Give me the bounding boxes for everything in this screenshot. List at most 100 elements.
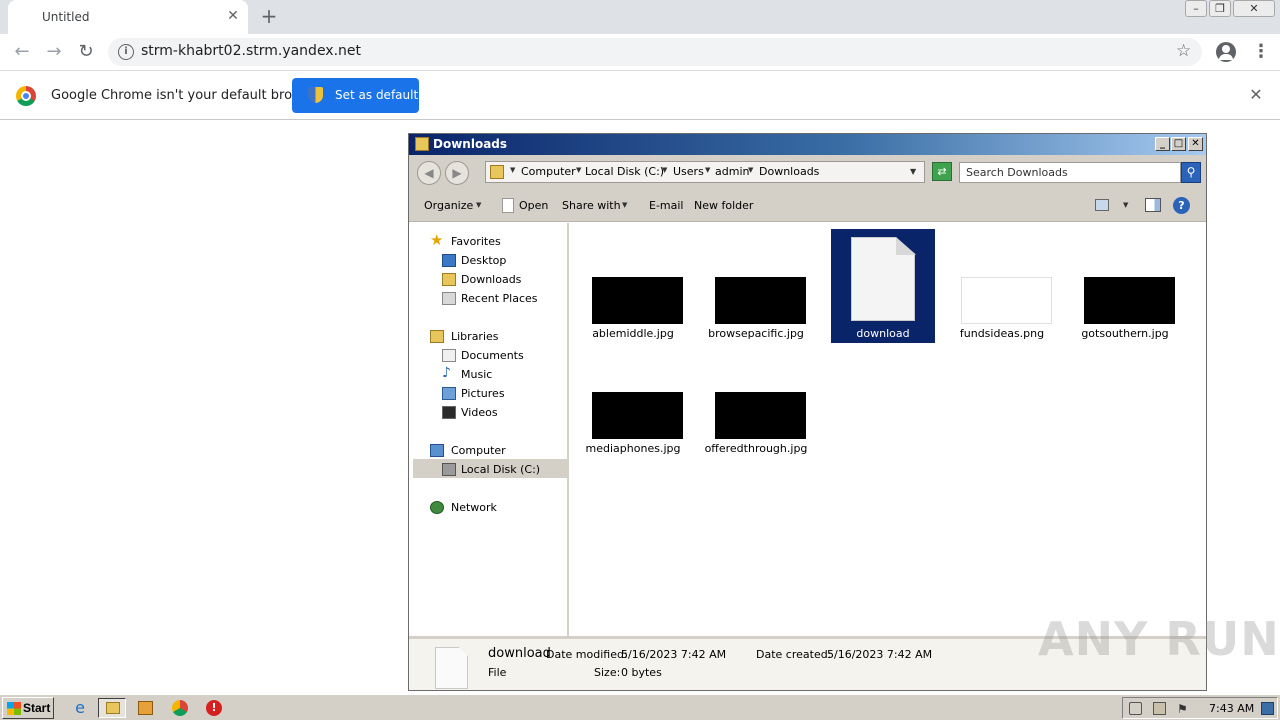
tab-strip: Untitled ✕ + – ❐ ✕ <box>0 0 1280 34</box>
organize-button[interactable]: Organize <box>424 199 473 212</box>
view-options-dropdown-icon[interactable]: ▼ <box>1123 201 1128 209</box>
nav-item-libraries[interactable]: Libraries <box>430 327 560 346</box>
nav-item-documents[interactable]: Documents <box>442 346 562 365</box>
reload-icon[interactable]: ↻ <box>72 38 100 66</box>
breadcrumb-arrow-icon[interactable]: ▼ <box>705 166 710 174</box>
breadcrumb-arrow-icon[interactable]: ▼ <box>662 166 667 174</box>
nav-item-desktop[interactable]: Desktop <box>442 251 562 270</box>
music-note-icon: ♪ <box>442 365 451 381</box>
nav-label: Music <box>461 368 493 381</box>
window-close-button[interactable]: ✕ <box>1233 0 1275 17</box>
explorer-address-bar[interactable]: ▼ Computer ▼ Local Disk (C:) ▼ Users ▼ a… <box>485 161 925 183</box>
details-file-name: download <box>488 646 551 661</box>
file-item-offeredthrough[interactable]: offeredthrough.jpg <box>702 344 807 458</box>
action-center-flag-icon[interactable]: ⚑ <box>1177 702 1190 716</box>
file-item-gotsouthern[interactable]: gotsouthern.jpg <box>1071 229 1175 343</box>
system-tray: ⚑ 7:43 AM <box>1122 697 1278 719</box>
volume-icon[interactable] <box>1129 702 1142 715</box>
file-item-fundsideas[interactable]: fundsideas.png <box>948 229 1052 343</box>
explorer-maximize-button[interactable]: □ <box>1171 137 1186 151</box>
explorer-back-icon[interactable]: ◀ <box>417 161 441 185</box>
pictures-icon <box>442 387 456 400</box>
breadcrumb-arrow-icon[interactable]: ▼ <box>748 166 753 174</box>
open-button[interactable]: Open <box>519 199 548 212</box>
breadcrumb-users[interactable]: Users <box>673 165 704 178</box>
infobar-close-icon[interactable]: ✕ <box>1246 85 1266 105</box>
address-bar[interactable]: i strm-khabrt02.strm.yandex.net ☆ <box>108 38 1202 66</box>
explorer-search-input[interactable]: Search Downloads <box>959 162 1181 183</box>
explorer-titlebar[interactable]: Downloads _ □ ✕ <box>409 134 1206 155</box>
new-folder-button[interactable]: New folder <box>694 199 753 212</box>
show-desktop-icon[interactable] <box>1261 702 1274 715</box>
start-label: Start <box>23 701 51 715</box>
organize-dropdown-icon[interactable]: ▼ <box>476 201 481 209</box>
browser-tab[interactable]: Untitled ✕ <box>8 0 248 34</box>
file-name: mediaphones.jpg <box>585 442 681 455</box>
nav-item-local-disk[interactable]: Local Disk (C:) <box>442 460 562 479</box>
explorer-close-button[interactable]: ✕ <box>1188 137 1203 151</box>
share-with-dropdown-icon[interactable]: ▼ <box>622 201 627 209</box>
help-icon[interactable]: ? <box>1173 197 1190 214</box>
file-item-ablemiddle[interactable]: ablemiddle.jpg <box>579 229 683 343</box>
new-tab-icon[interactable]: + <box>258 6 280 28</box>
share-with-button[interactable]: Share with <box>562 199 621 212</box>
stop-sign-icon[interactable]: ! <box>200 698 228 718</box>
set-as-default-button[interactable]: Set as default <box>292 78 419 113</box>
chrome-taskbar-icon[interactable] <box>166 698 194 718</box>
media-player-icon[interactable] <box>132 698 160 718</box>
bookmark-star-icon[interactable]: ☆ <box>1176 41 1191 61</box>
nav-label: Computer <box>451 444 506 457</box>
nav-item-recent-places[interactable]: Recent Places <box>442 289 562 308</box>
breadcrumb-arrow-icon[interactable]: ▼ <box>510 166 515 174</box>
forward-arrow-icon[interactable]: → <box>40 38 68 66</box>
window-restore-button[interactable]: ❐ <box>1209 0 1231 17</box>
breadcrumb-local-disk[interactable]: Local Disk (C:) <box>585 165 664 178</box>
explorer-window: Downloads _ □ ✕ ◀ ▶ ▼ Computer ▼ Local D… <box>408 133 1207 691</box>
breadcrumb-downloads[interactable]: Downloads <box>759 165 819 178</box>
site-info-icon[interactable]: i <box>118 44 134 60</box>
internet-explorer-icon[interactable]: e <box>66 698 94 718</box>
avatar-body <box>1219 54 1233 60</box>
explorer-address-row: ◀ ▶ ▼ Computer ▼ Local Disk (C:) ▼ Users… <box>409 155 1206 189</box>
nav-item-videos[interactable]: Videos <box>442 403 562 422</box>
document-fold <box>896 237 916 255</box>
url-text[interactable]: strm-khabrt02.strm.yandex.net <box>141 43 361 59</box>
nav-item-computer[interactable]: Computer <box>430 441 560 460</box>
windows-explorer-taskbar-button[interactable] <box>98 698 126 718</box>
nav-item-music[interactable]: ♪ Music <box>442 365 562 384</box>
size-value: 0 bytes <box>621 666 662 679</box>
nav-item-downloads[interactable]: Downloads <box>442 270 562 289</box>
search-magnifier-icon[interactable]: ⚲ <box>1181 162 1201 183</box>
change-view-icon[interactable] <box>1095 199 1109 211</box>
chrome-logo-icon <box>16 86 36 106</box>
preview-pane-icon[interactable] <box>1145 198 1161 212</box>
tab-close-icon[interactable]: ✕ <box>224 7 242 25</box>
size-label: Size: <box>594 666 621 679</box>
image-thumbnail <box>961 277 1052 324</box>
taskbar-clock[interactable]: 7:43 AM <box>1209 702 1254 715</box>
folder-icon <box>415 137 429 151</box>
explorer-minimize-button[interactable]: _ <box>1155 137 1170 151</box>
folder-icon <box>106 702 120 714</box>
network-tray-icon[interactable] <box>1153 702 1166 715</box>
breadcrumb-admin[interactable]: admin <box>715 165 749 178</box>
profile-avatar-icon[interactable] <box>1216 42 1236 62</box>
breadcrumb-computer[interactable]: Computer <box>521 165 576 178</box>
chrome-menu-icon[interactable]: ⋮ <box>1252 38 1270 66</box>
nav-item-favorites[interactable]: ★ Favorites <box>430 231 560 251</box>
file-item-mediaphones[interactable]: mediaphones.jpg <box>579 344 683 458</box>
window-minimize-button[interactable]: – <box>1185 0 1207 17</box>
nav-item-pictures[interactable]: Pictures <box>442 384 562 403</box>
computer-icon <box>430 444 444 457</box>
explorer-refresh-icon[interactable]: ⇄ <box>932 162 952 181</box>
start-button[interactable]: Start <box>2 697 54 719</box>
file-item-download-selected[interactable]: download <box>831 229 935 343</box>
back-arrow-icon[interactable]: ← <box>8 38 36 66</box>
explorer-forward-icon[interactable]: ▶ <box>445 161 469 185</box>
breadcrumb-arrow-icon[interactable]: ▼ <box>576 166 581 174</box>
address-history-dropdown-icon[interactable]: ▼ <box>910 167 916 176</box>
file-item-browsepacific[interactable]: browsepacific.jpg <box>702 229 806 343</box>
email-button[interactable]: E-mail <box>649 199 684 212</box>
file-name: offeredthrough.jpg <box>704 442 808 455</box>
nav-item-network[interactable]: Network <box>430 498 560 517</box>
